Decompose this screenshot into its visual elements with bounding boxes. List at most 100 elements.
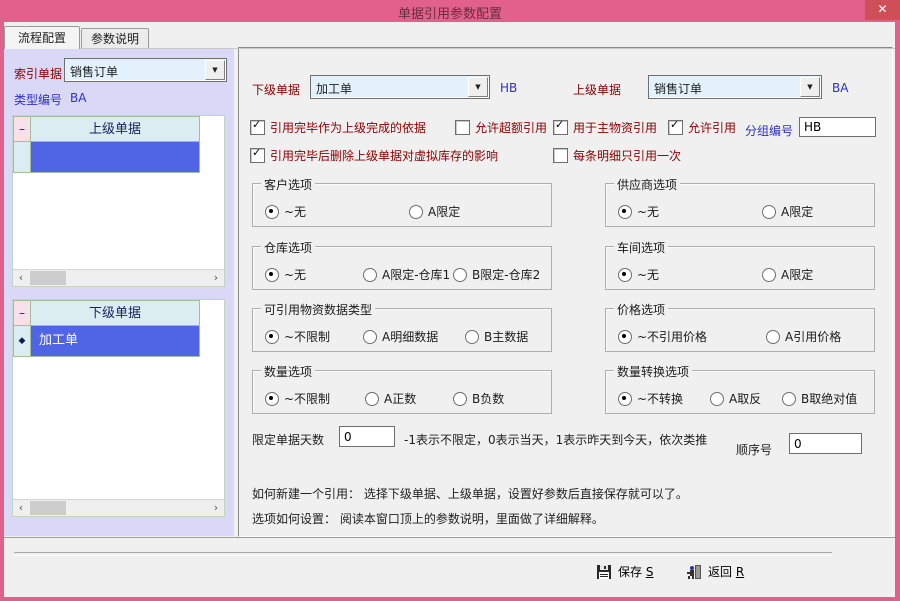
radio-warehouse-none[interactable]: ~无: [265, 266, 306, 283]
radio-workshop-none[interactable]: ~无: [618, 266, 659, 283]
radio-quantity-negative[interactable]: B负数: [453, 390, 504, 407]
radio-icon: [618, 268, 632, 282]
warehouse-options-group: 仓库选项 ~无 A限定-仓库1 B限定-仓库2: [252, 246, 552, 290]
radio-material-master-data[interactable]: B主数据: [465, 328, 528, 345]
radio-workshop-restricted[interactable]: A限定: [762, 266, 813, 283]
titlebar[interactable]: 单据引用参数配置: [0, 0, 900, 22]
radio-label: B主数据: [484, 328, 528, 345]
workshop-options-group: 车间选项 ~无 A限定: [605, 246, 875, 290]
lower-doc-combobox[interactable]: 加工单 ▼: [310, 75, 490, 99]
sequence-input[interactable]: [789, 433, 862, 454]
checkbox-label: 每条明细只引用一次: [573, 147, 681, 164]
radio-customer-restricted[interactable]: A限定: [409, 203, 460, 220]
group-code-input[interactable]: [799, 117, 876, 137]
material-data-type-group: 可引用物资数据类型 ~不限制 A明细数据 B主数据: [252, 308, 552, 352]
radio-label: A限定: [781, 203, 813, 220]
lower-grid-header[interactable]: 下级单据: [31, 300, 200, 326]
radio-label: ~无: [637, 266, 659, 283]
dropdown-icon[interactable]: ▼: [468, 77, 488, 97]
check-icon: ✓: [252, 146, 261, 159]
group-title: 仓库选项: [261, 239, 315, 256]
upper-grid-selected-row[interactable]: [31, 142, 200, 173]
close-icon: ✕: [877, 2, 887, 16]
checkbox-allow-reference[interactable]: ✓ 允许引用: [668, 119, 736, 136]
upper-doc-value: 销售订单: [654, 80, 702, 97]
checkbox-reference-complete-basis[interactable]: ✓ 引用完毕作为上级完成的依据: [250, 119, 426, 136]
upper-grid-header[interactable]: 上级单据: [31, 116, 200, 142]
lower-grid-hscrollbar[interactable]: ‹ ›: [13, 499, 224, 516]
index-doc-label: 索引单据: [14, 65, 62, 82]
group-title: 客户选项: [261, 176, 315, 193]
radio-label: ~不限制: [284, 328, 330, 345]
tab-parameter-help[interactable]: 参数说明: [81, 28, 149, 49]
quantity-conversion-group: 数量转换选项 ~不转换 A取反 B取绝对值: [605, 370, 875, 414]
scroll-right-icon[interactable]: ›: [208, 500, 224, 516]
radio-icon: [453, 268, 467, 282]
row-gutter-cell[interactable]: [13, 142, 31, 173]
radio-label: ~不限制: [284, 390, 330, 407]
scrollbar-thumb[interactable]: [30, 271, 66, 285]
scrollbar-thumb[interactable]: [30, 501, 66, 515]
scroll-right-icon[interactable]: ›: [208, 270, 224, 286]
radio-conversion-none[interactable]: ~不转换: [618, 390, 683, 407]
scroll-left-icon[interactable]: ‹: [13, 270, 29, 286]
save-button[interactable]: 保存 S: [596, 563, 653, 580]
lower-grid-selected-row[interactable]: 加工单: [31, 326, 200, 357]
help-line-1: 如何新建一个引用： 选择下级单据、上级单据，设置好参数后直接保存就可以了。: [252, 485, 688, 502]
group-code-label: 分组编号: [745, 122, 793, 139]
row-gutter-cell[interactable]: ◆: [13, 326, 31, 357]
customer-options-group: 客户选项 ~无 A限定: [252, 183, 552, 227]
radio-supplier-none[interactable]: ~无: [618, 203, 659, 220]
grid-corner-cell[interactable]: –: [13, 300, 31, 326]
lower-doc-value: 加工单: [316, 80, 352, 97]
radio-conversion-absolute[interactable]: B取绝对值: [782, 390, 857, 407]
checkbox-delete-virtual-stock-effect[interactable]: ✓ 引用完毕后删除上级单据对虚拟库存的影响: [250, 147, 498, 164]
radio-icon: [365, 392, 379, 406]
radio-label: ~不转换: [637, 390, 683, 407]
checkbox-each-detail-once[interactable]: ✓ 每条明细只引用一次: [553, 147, 681, 164]
supplier-options-group: 供应商选项 ~无 A限定: [605, 183, 875, 227]
radio-label: B负数: [472, 390, 504, 407]
radio-icon: [762, 268, 776, 282]
index-doc-value: 销售订单: [70, 63, 118, 80]
dropdown-icon[interactable]: ▼: [800, 77, 820, 97]
minus-icon: –: [19, 306, 25, 320]
checkbox-main-material-reference[interactable]: ✓ 用于主物资引用: [553, 119, 657, 136]
radio-icon: [265, 330, 279, 344]
checkbox-label: 允许超额引用: [475, 119, 547, 136]
radio-warehouse-1[interactable]: A限定-仓库1: [363, 266, 450, 283]
grid-corner-cell[interactable]: –: [13, 116, 31, 142]
type-code-value: BA: [70, 91, 86, 105]
index-doc-combobox[interactable]: 销售订单 ▼: [64, 58, 227, 82]
sequence-label: 顺序号: [736, 441, 772, 458]
dropdown-icon[interactable]: ▼: [205, 60, 225, 80]
scroll-left-icon[interactable]: ‹: [13, 500, 29, 516]
radio-price-reference[interactable]: A引用价格: [766, 328, 841, 345]
group-title: 数量转换选项: [614, 363, 692, 380]
tab-flow-config[interactable]: 流程配置: [4, 26, 80, 49]
radio-warehouse-2[interactable]: B限定-仓库2: [453, 266, 540, 283]
group-title: 数量选项: [261, 363, 315, 380]
upper-doc-combobox[interactable]: 销售订单 ▼: [648, 75, 822, 99]
radio-label: A限定: [781, 266, 813, 283]
radio-icon: [782, 392, 796, 406]
row-marker-icon: ◆: [19, 336, 26, 346]
return-button-label: 返回 R: [708, 563, 744, 580]
radio-label: A引用价格: [785, 328, 841, 345]
radio-customer-none[interactable]: ~无: [265, 203, 306, 220]
radio-conversion-negate[interactable]: A取反: [710, 390, 761, 407]
return-button[interactable]: 返回 R: [686, 563, 744, 580]
radio-icon: [363, 268, 377, 282]
radio-quantity-positive[interactable]: A正数: [365, 390, 416, 407]
radio-material-detail-data[interactable]: A明细数据: [363, 328, 438, 345]
radio-label: ~无: [637, 203, 659, 220]
upper-grid-hscrollbar[interactable]: ‹ ›: [13, 269, 224, 286]
checkbox-allow-excess-reference[interactable]: ✓ 允许超额引用: [455, 119, 547, 136]
radio-supplier-restricted[interactable]: A限定: [762, 203, 813, 220]
close-button[interactable]: ✕: [865, 0, 900, 20]
radio-price-none[interactable]: ~不引用价格: [618, 328, 707, 345]
type-code-label: 类型编号: [14, 91, 62, 108]
radio-material-unlimited[interactable]: ~不限制: [265, 328, 330, 345]
radio-quantity-unlimited[interactable]: ~不限制: [265, 390, 330, 407]
limit-days-input[interactable]: [339, 426, 395, 447]
